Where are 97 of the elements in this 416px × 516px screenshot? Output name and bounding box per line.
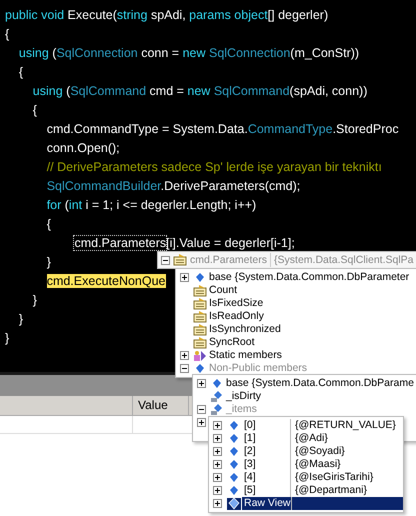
member-name[interactable]: base {System.Data.Common.DbParame: [226, 377, 414, 390]
column-header[interactable]: Value: [133, 396, 189, 415]
locked-gem-icon: [210, 404, 224, 416]
member-name[interactable]: [2]: [242, 445, 291, 458]
code-text: (spAdi, conn)): [290, 84, 368, 98]
member-name[interactable]: IsReadOnly: [209, 310, 264, 323]
code-text: {: [18, 65, 24, 79]
code-text: (: [52, 46, 56, 60]
code-text: conn.Open();: [46, 141, 120, 155]
member-name[interactable]: IsFixedSize: [209, 297, 264, 310]
code-text: SqlCommandBuilder: [46, 179, 161, 193]
code-text: Execute(: [68, 8, 117, 22]
collapse-icon[interactable]: [161, 256, 170, 264]
expand-icon[interactable]: [196, 379, 206, 388]
code-text: using: [18, 46, 50, 60]
member-value: {@RETURN_VALUE}: [294, 419, 397, 432]
property-icon: [193, 284, 207, 296]
static-members-icon: [193, 350, 207, 362]
code-text: // DeriveParameters sadece Sp' lerde işe yarayan bir tekniktı: [46, 160, 382, 174]
property-icon: [193, 324, 207, 336]
member-value: {@Soyadi}: [294, 445, 346, 458]
expand-icon[interactable]: [180, 273, 188, 282]
gem-icon: [227, 432, 241, 444]
code-text: params object: [189, 8, 268, 22]
member-value: {@IseGirisTarihi}: [294, 471, 374, 484]
code-text: using: [32, 84, 64, 98]
collapse-icon[interactable]: [180, 364, 188, 373]
code-text: (: [64, 198, 69, 212]
expand-icon[interactable]: [212, 421, 222, 430]
expand-icon[interactable]: [180, 351, 188, 360]
code-text: cmd.Parameters: [74, 236, 166, 250]
code-text: .DeriveParameters(cmd);: [160, 179, 300, 193]
code-text: }: [5, 331, 10, 345]
code-text: for: [46, 198, 62, 212]
expand-icon[interactable]: [212, 434, 222, 443]
expand-icon[interactable]: [212, 447, 222, 456]
gem-icon: [227, 458, 241, 470]
property-icon: [193, 310, 207, 322]
code-text: }: [32, 293, 37, 307]
gem-icon: [227, 484, 241, 496]
code-text: {: [32, 103, 37, 117]
code-text: {: [5, 27, 10, 41]
gem-icon: [227, 472, 241, 484]
member-name[interactable]: [1]: [242, 432, 291, 445]
expression-value: {System.Data.SqlClient.SqlPa: [274, 254, 414, 266]
property-icon: [193, 298, 207, 310]
member-name[interactable]: [4]: [242, 471, 291, 484]
member-name[interactable]: [0]: [242, 419, 291, 432]
member-name[interactable]: base {System.Data.Common.DbParameter: [209, 271, 410, 284]
code-text: .StoredProc: [332, 122, 399, 136]
member-name[interactable]: _isDirty: [226, 390, 262, 403]
code-text: spAdi,: [150, 8, 187, 22]
expand-icon[interactable]: [212, 473, 222, 482]
code-text: {: [46, 217, 51, 231]
code-text: cmd.ExecuteNonQue: [46, 274, 166, 288]
code-text: (: [66, 84, 70, 98]
gem-icon: [193, 272, 207, 284]
code-text: public void: [5, 8, 66, 22]
locked-gem-icon: [210, 390, 224, 402]
code-text: i = 1; i <= degerler.Length; i++): [86, 198, 256, 212]
gem-icon: [227, 498, 241, 510]
expand-icon[interactable]: [212, 460, 222, 469]
expand-icon[interactable]: [212, 486, 222, 495]
code-text: SqlConnection: [208, 46, 290, 60]
code-text: }: [18, 312, 24, 326]
code-text: new: [187, 84, 212, 98]
expand-icon[interactable]: [212, 499, 222, 508]
member-value: {@Adi}: [294, 432, 329, 445]
code-text: SqlConnection: [56, 46, 139, 60]
member-name[interactable]: Raw View: [242, 497, 292, 510]
code-text: string: [116, 8, 148, 22]
expand-icon[interactable]: [196, 418, 206, 427]
expression-name: cmd.Parameters: [190, 254, 268, 266]
member-name[interactable]: Static members: [209, 349, 282, 362]
member-name[interactable]: SyncRoot: [209, 336, 255, 349]
member-name[interactable]: Count: [209, 284, 238, 297]
code-text: }: [46, 255, 51, 269]
gem-icon: [227, 420, 241, 432]
code-text: [] degerler): [268, 8, 328, 22]
gem-icon: [227, 446, 241, 458]
code-text: SqlCommand: [214, 84, 290, 98]
member-value: {@Maasi}: [294, 458, 342, 471]
member-name[interactable]: [3]: [242, 458, 291, 471]
code-text: cmd =: [150, 84, 185, 98]
property-icon: [173, 254, 187, 266]
code-text: CommandType: [248, 122, 333, 136]
code-text: (m_ConStr)): [290, 46, 360, 60]
code-text: new: [182, 46, 207, 60]
code-text: SqlCommand: [70, 84, 148, 98]
property-icon: [193, 336, 207, 348]
code-text: int: [68, 198, 84, 212]
collapse-icon[interactable]: [196, 405, 206, 414]
code-text: conn =: [141, 46, 180, 60]
member-name[interactable]: IsSynchronized: [209, 323, 281, 336]
code-text: cmd.CommandType = System.Data.: [46, 122, 248, 136]
code-text: [i].Value = degerler[i-1];: [166, 236, 295, 250]
member-value: {@Departmani}: [294, 484, 368, 497]
